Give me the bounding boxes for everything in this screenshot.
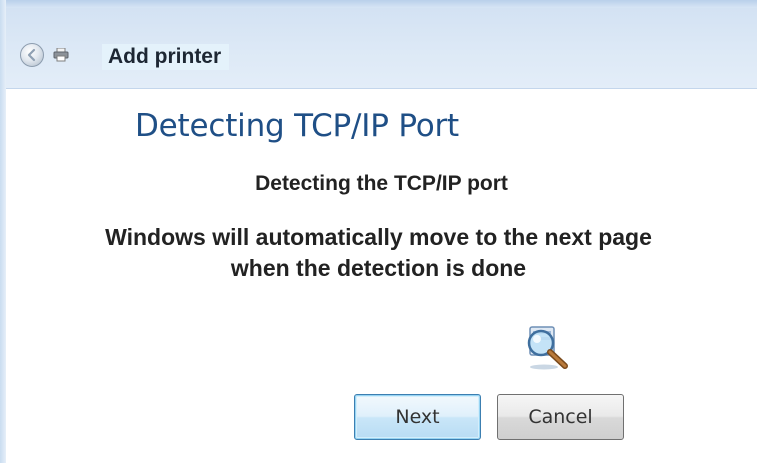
add-printer-window: Add printer Detecting TCP/IP Port Detect…	[0, 0, 757, 463]
magnifier-search-icon	[527, 326, 568, 370]
printer-icon	[53, 48, 69, 62]
status-message: Windows will automatically move to the n…	[0, 222, 757, 284]
status-subheading: Detecting the TCP/IP port	[255, 172, 508, 195]
back-arrow-icon	[27, 48, 36, 62]
cancel-button[interactable]: Cancel	[497, 394, 624, 440]
back-button[interactable]	[20, 43, 44, 67]
status-message-line-2: when the detection is done	[230, 255, 527, 281]
window-title: Add printer	[102, 44, 230, 70]
title-bar: Add printer	[6, 8, 757, 89]
next-button[interactable]: Next	[354, 394, 481, 440]
window-frame-top	[0, 0, 757, 8]
status-message-line-1: Windows will automatically move to the n…	[105, 224, 652, 250]
page-heading: Detecting TCP/IP Port	[135, 108, 460, 144]
